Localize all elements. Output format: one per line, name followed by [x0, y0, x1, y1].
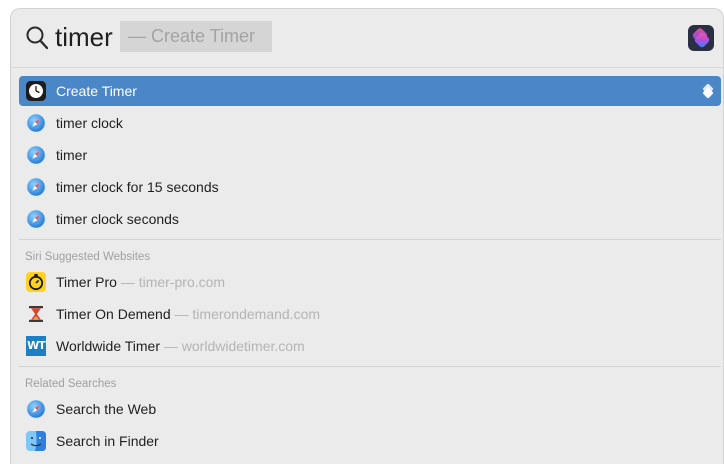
shortcuts-icon — [688, 25, 714, 51]
result-timer-clock-15-seconds[interactable]: timer clock for 15 seconds — [19, 172, 721, 202]
autocomplete-suggestion: — Create Timer — [120, 21, 272, 52]
result-label: timer clock — [56, 115, 123, 131]
result-timer[interactable]: timer — [19, 140, 721, 170]
website-url: — timerondemand.com — [174, 306, 321, 322]
related-label: Search in Finder — [56, 433, 159, 449]
search-bar[interactable]: timer — Create Timer — [11, 9, 723, 68]
wt-logo-icon: WT — [26, 336, 46, 356]
website-name: Timer On Demend — [56, 306, 171, 322]
section-header-related-searches: Related Searches — [25, 378, 117, 390]
spotlight-panel: timer — Create Timer Create Timer timer … — [10, 8, 724, 464]
result-timer-clock-seconds[interactable]: timer clock seconds — [19, 204, 721, 234]
divider — [19, 366, 721, 367]
result-label: timer — [56, 147, 88, 163]
website-worldwide-timer[interactable]: WT Worldwide Timer — worldwidetimer.com — [19, 331, 721, 361]
website-url: — worldwidetimer.com — [163, 338, 305, 354]
shortcuts-icon — [702, 84, 714, 98]
clock-icon — [26, 81, 46, 101]
related-search-the-web[interactable]: Search the Web — [19, 394, 721, 424]
website-timer-on-demend[interactable]: Timer On Demend — timerondemand.com — [19, 299, 721, 329]
magnifying-glass-icon — [26, 26, 49, 50]
hourglass-icon — [29, 306, 43, 322]
related-search-in-finder[interactable]: Search in Finder — [19, 426, 721, 456]
result-timer-clock[interactable]: timer clock — [19, 108, 721, 138]
result-label: Create Timer — [56, 83, 137, 99]
divider — [19, 239, 721, 240]
website-url: — timer-pro.com — [120, 274, 226, 290]
stopwatch-icon — [26, 272, 46, 292]
finder-icon — [26, 431, 46, 451]
related-label: Search the Web — [56, 401, 157, 417]
result-create-timer[interactable]: Create Timer — [19, 76, 721, 106]
website-name: Timer Pro — [56, 274, 117, 290]
website-name: Worldwide Timer — [56, 338, 160, 354]
safari-compass-icon — [26, 113, 46, 133]
safari-compass-icon — [26, 177, 46, 197]
search-input[interactable]: timer — [55, 21, 113, 53]
result-label: timer clock for 15 seconds — [56, 179, 219, 195]
safari-compass-icon — [26, 209, 46, 229]
safari-compass-icon — [26, 399, 46, 419]
result-label: timer clock seconds — [56, 211, 179, 227]
website-timer-pro[interactable]: Timer Pro — timer-pro.com — [19, 267, 721, 297]
safari-compass-icon — [26, 145, 46, 165]
section-header-siri-websites: Siri Suggested Websites — [25, 251, 151, 263]
